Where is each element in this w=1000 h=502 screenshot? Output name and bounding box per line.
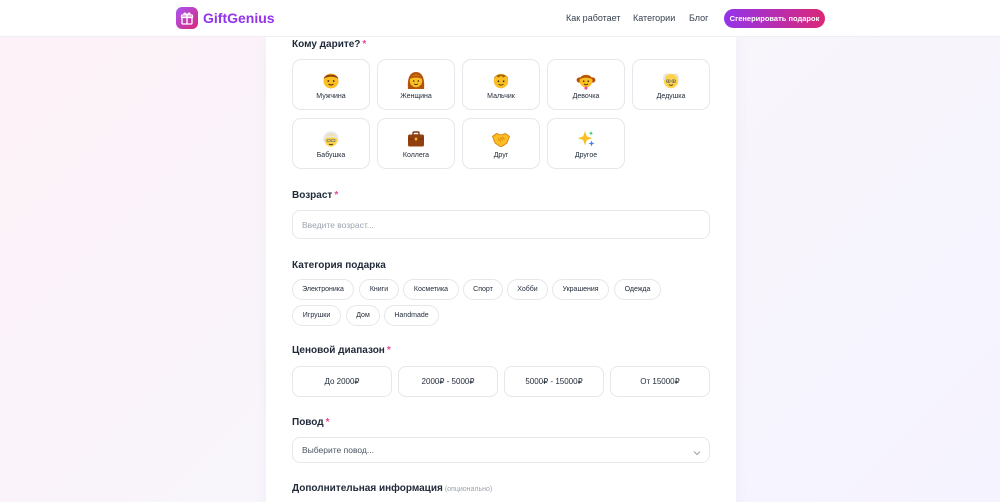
age-label-text: Возраст xyxy=(292,190,333,201)
top-navbar: GiftGenius Как работает Категории Блог С… xyxy=(0,0,1000,37)
recipient-option-label: Мальчик xyxy=(487,93,515,100)
recipient-option-label: Друг xyxy=(493,152,509,159)
age-input-placeholder: Введите возраст... xyxy=(302,219,374,230)
recipient-option-woman[interactable]: Женщина xyxy=(377,59,455,110)
recipient-option-boy[interactable]: Мальчик xyxy=(462,59,540,110)
recipient-option-grandpa[interactable]: Дедушка xyxy=(632,59,710,110)
old-man-emoji-icon xyxy=(660,69,682,91)
occasion-label: Повод * xyxy=(292,417,330,428)
category-chip-electronics[interactable]: Электроника xyxy=(292,279,354,300)
nav-link-how-it-works[interactable]: Как работает xyxy=(566,13,621,23)
girl-emoji-icon xyxy=(575,69,597,91)
required-mark: * xyxy=(334,190,339,201)
briefcase-emoji-icon xyxy=(405,128,427,150)
price-option-5000-15000[interactable]: 5000₽ - 15000₽ xyxy=(504,366,604,397)
extra-info-label: Дополнительная информация (опционально) xyxy=(292,483,492,494)
logo-text: GiftGenius xyxy=(203,10,275,26)
gift-icon xyxy=(176,7,198,29)
recipient-option-friend[interactable]: Друг xyxy=(462,118,540,169)
man-emoji-icon xyxy=(320,69,342,91)
occasion-label-text: Повод xyxy=(292,417,324,428)
category-chip-clothes[interactable]: Одежда xyxy=(614,279,661,300)
required-mark: * xyxy=(362,39,367,50)
handshake-emoji-icon xyxy=(490,128,512,150)
generate-gift-button[interactable]: Сгенерировать подарок xyxy=(724,9,825,28)
category-chip-cosmetics[interactable]: Косметика xyxy=(403,279,459,300)
extra-info-label-text: Дополнительная информация xyxy=(292,483,443,494)
price-option-under-2000[interactable]: До 2000₽ xyxy=(292,366,392,397)
category-chip-sport[interactable]: Спорт xyxy=(463,279,503,300)
recipient-option-other[interactable]: Другое xyxy=(547,118,625,169)
category-chip-hobby[interactable]: Хобби xyxy=(507,279,548,300)
old-woman-emoji-icon xyxy=(320,128,342,150)
recipient-option-label: Мужчина xyxy=(316,93,346,100)
woman-emoji-icon xyxy=(405,69,427,91)
recipient-option-label: Девочка xyxy=(572,93,600,100)
sparkles-emoji-icon xyxy=(575,128,597,150)
nav-link-blog[interactable]: Блог xyxy=(689,13,708,23)
category-chip-handmade[interactable]: Handmade xyxy=(384,305,439,326)
occasion-select-value: Выберите повод... xyxy=(302,445,374,455)
recipient-option-girl[interactable]: Девочка xyxy=(547,59,625,110)
recipient-option-colleague[interactable]: Коллега xyxy=(377,118,455,169)
price-option-2000-5000[interactable]: 2000₽ - 5000₽ xyxy=(398,366,498,397)
recipient-option-label: Коллега xyxy=(402,152,430,159)
age-input[interactable]: Введите возраст... xyxy=(292,210,710,239)
logo[interactable]: GiftGenius xyxy=(176,7,275,29)
occasion-select[interactable]: Выберите повод... xyxy=(292,437,710,463)
optional-note: (опционально) xyxy=(444,486,493,493)
recipient-option-label: Женщина xyxy=(400,93,432,100)
recipient-option-label: Другое xyxy=(574,152,598,159)
category-chip-toys[interactable]: Игрушки xyxy=(292,305,341,326)
category-label-text: Категория подарка xyxy=(292,260,386,271)
recipient-label-text: Кому дарите? xyxy=(292,39,361,50)
required-mark: * xyxy=(325,417,330,428)
category-label: Категория подарка xyxy=(292,260,386,271)
boy-emoji-icon xyxy=(490,69,512,91)
recipient-option-man[interactable]: Мужчина xyxy=(292,59,370,110)
chevron-down-icon xyxy=(693,448,701,458)
recipient-option-grandma[interactable]: Бабушка xyxy=(292,118,370,169)
age-label: Возраст * xyxy=(292,190,338,201)
category-chip-jewelry[interactable]: Украшения xyxy=(552,279,609,300)
recipient-label: Кому дарите? * xyxy=(292,39,366,50)
price-label-text: Ценовой диапазон xyxy=(292,345,385,356)
required-mark: * xyxy=(386,345,391,356)
recipient-option-label: Дедушка xyxy=(656,93,686,100)
category-chip-home[interactable]: Дом xyxy=(346,305,380,326)
price-option-over-15000[interactable]: От 15000₽ xyxy=(610,366,710,397)
category-chip-books[interactable]: Книги xyxy=(359,279,399,300)
nav-link-categories[interactable]: Категории xyxy=(633,13,675,23)
price-label: Ценовой диапазон * xyxy=(292,345,391,356)
recipient-option-label: Бабушка xyxy=(316,152,346,159)
